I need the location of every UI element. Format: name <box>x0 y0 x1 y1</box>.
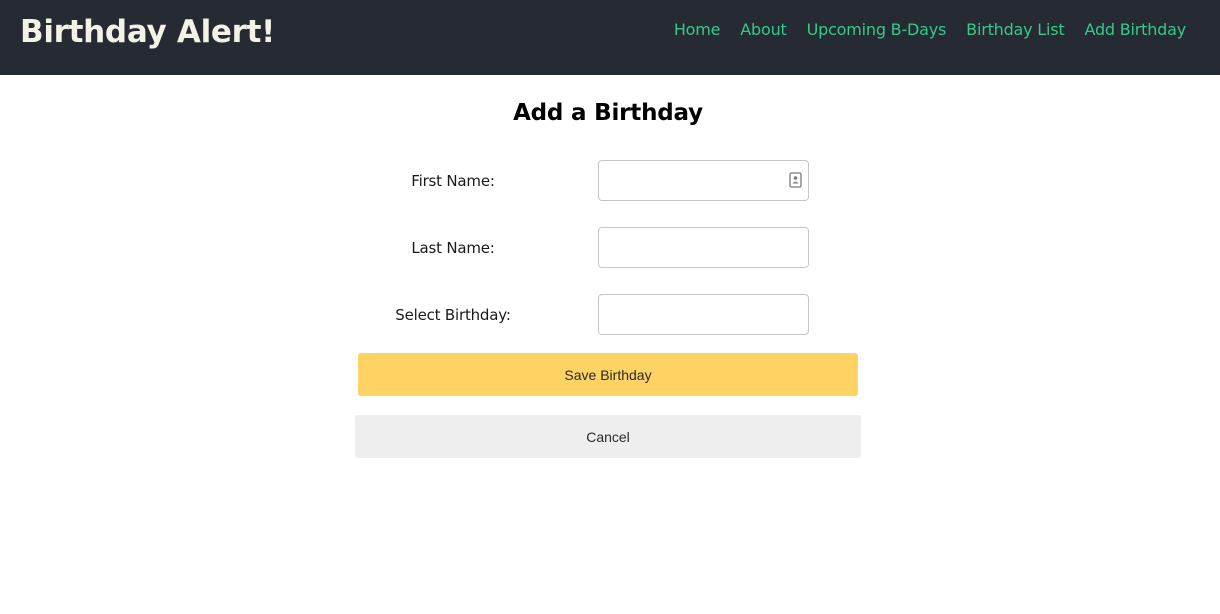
last-name-input[interactable] <box>598 227 809 268</box>
nav-link-home[interactable]: Home <box>674 20 721 39</box>
birthday-input[interactable] <box>598 294 809 335</box>
birthday-label: Select Birthday: <box>395 306 511 324</box>
nav-link-about[interactable]: About <box>740 20 787 39</box>
nav-links: Home About Upcoming B-Days Birthday List… <box>674 19 1186 41</box>
nav-link-add-birthday[interactable]: Add Birthday <box>1084 20 1186 39</box>
nav-link-birthday-list[interactable]: Birthday List <box>966 20 1065 39</box>
last-name-label: Last Name: <box>411 239 495 257</box>
contact-card-icon[interactable] <box>789 172 802 188</box>
nav-item-upcoming: Upcoming B-Days <box>807 19 947 41</box>
nav-link-upcoming-bdays[interactable]: Upcoming B-Days <box>807 20 947 39</box>
nav-item-about: About <box>740 19 787 41</box>
navbar: Birthday Alert! Home About Upcoming B-Da… <box>0 0 1220 75</box>
cancel-button[interactable]: Cancel <box>355 415 861 458</box>
first-name-input[interactable] <box>598 160 809 201</box>
page-title: Add a Birthday <box>513 100 703 126</box>
brand-title: Birthday Alert! <box>20 14 275 50</box>
nav-item-add-birthday: Add Birthday <box>1084 19 1186 41</box>
save-birthday-button[interactable]: Save Birthday <box>358 353 858 396</box>
first-name-label: First Name: <box>411 172 495 190</box>
nav-item-home: Home <box>674 19 721 41</box>
nav-item-birthday-list: Birthday List <box>966 19 1065 41</box>
